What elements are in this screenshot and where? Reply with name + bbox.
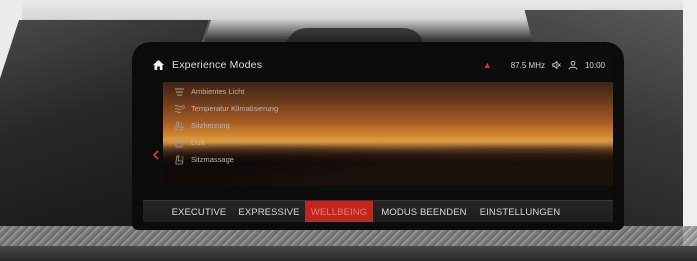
tab-modus-beenden[interactable]: MODUS BEENDEN <box>373 201 475 222</box>
experience-menu: Ambientes Licht Temperatur Klimatisierun… <box>173 83 278 168</box>
status-bar: Experience Modes ▲ 87.5 MHz 10:00 <box>143 54 613 76</box>
menu-item-ambient-light[interactable]: Ambientes Licht <box>173 83 278 100</box>
menu-item-label: Sitzheizung <box>191 121 230 130</box>
seat-heating-icon <box>173 121 185 131</box>
user-profile-icon[interactable] <box>568 60 578 70</box>
menu-item-label: Ambientes Licht <box>191 87 245 96</box>
climate-icon <box>173 104 185 114</box>
radio-frequency: 87.5 MHz <box>510 60 545 70</box>
menu-item-climate[interactable]: Temperatur Klimatisierung <box>173 100 278 117</box>
infotainment-screen: Experience Modes ▲ 87.5 MHz 10:00 Ambien… <box>143 54 613 222</box>
seat-massage-icon <box>173 155 185 165</box>
menu-item-label: Sitzmassage <box>191 155 234 164</box>
ambient-light-icon <box>173 87 185 97</box>
tab-executive[interactable]: EXECUTIVE <box>165 201 233 222</box>
menu-item-label: Temperatur Klimatisierung <box>191 104 279 113</box>
fragrance-icon <box>173 138 185 148</box>
volume-icon <box>551 61 561 69</box>
mode-tab-bar: EXECUTIVE EXPRESSIVE WELLBEING MODUS BEE… <box>143 200 613 222</box>
chevron-up-icon[interactable]: ▲ <box>483 60 492 70</box>
menu-item-fragrance[interactable]: Duft <box>173 134 278 151</box>
page-title: Experience Modes <box>172 59 263 71</box>
menu-item-seat-massage[interactable]: Sitzmassage <box>173 151 278 168</box>
dashboard-lower <box>0 246 697 261</box>
menu-item-label: Duft <box>191 138 205 147</box>
clock: 10:00 <box>584 60 605 70</box>
home-icon[interactable] <box>150 58 166 72</box>
tab-einstellungen[interactable]: EINSTELLUNGEN <box>475 201 565 222</box>
status-area: ▲ 87.5 MHz 10:00 <box>483 54 605 76</box>
right-edge <box>683 0 697 261</box>
menu-item-seat-heating[interactable]: Sitzheizung <box>173 117 278 134</box>
tab-expressive[interactable]: EXPRESSIVE <box>233 201 305 222</box>
back-chevron-icon[interactable] <box>152 147 160 160</box>
tab-wellbeing[interactable]: WELLBEING <box>305 201 373 222</box>
